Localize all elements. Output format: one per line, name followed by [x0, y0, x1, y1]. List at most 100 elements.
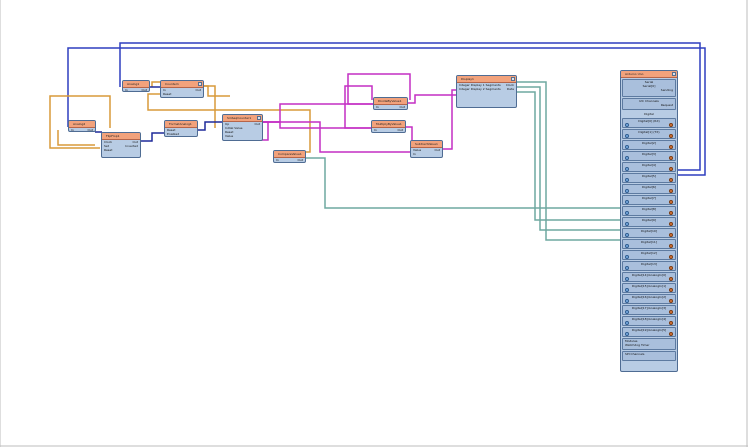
- board-pin-output-dot[interactable]: [669, 321, 673, 325]
- flipflop-node[interactable]: FlipFlop1 Clock Out Set Inverted Reset: [101, 132, 141, 158]
- board-pin-section[interactable]: Digital[4]: [622, 162, 676, 172]
- board-pin-section[interactable]: Digital[17]/AnalogIn[3]: [622, 305, 676, 315]
- board-pin-input-dot[interactable]: [625, 255, 629, 259]
- board-modules-section[interactable]: Modules Watchdog Timer: [622, 338, 676, 350]
- flipflop-reset-pin[interactable]: Reset: [102, 148, 140, 152]
- arduino-board-node[interactable]: Arduino Uno Serial Serial[0] Sending I2C…: [620, 70, 678, 372]
- board-pin-section[interactable]: Digital[11]: [622, 239, 676, 249]
- board-pin-input-dot[interactable]: [625, 233, 629, 237]
- board-pin-output-dot[interactable]: [669, 277, 673, 281]
- display-settings-icon[interactable]: [511, 77, 515, 81]
- subtract-node[interactable]: SubtractValue1 Value Out In: [410, 140, 443, 158]
- board-i2c-section[interactable]: I2C Channels Request: [622, 98, 676, 110]
- compare-node[interactable]: CompareValue1 In Out: [273, 150, 306, 163]
- subtract-in-pin[interactable]: In: [411, 152, 442, 156]
- board-pin-output-dot[interactable]: [669, 134, 673, 138]
- board-pin-section[interactable]: Digital[19]/AnalogIn[5]: [622, 327, 676, 337]
- board-pin-section[interactable]: Digital[15]/AnalogIn[1]: [622, 283, 676, 293]
- board-pin-label: Digital[2]: [642, 141, 656, 145]
- board-pin-output-dot[interactable]: [669, 332, 673, 336]
- board-pin-output-dot[interactable]: [669, 310, 673, 314]
- multiply-in-pin[interactable]: In: [372, 128, 377, 132]
- smooth-enabled-pin[interactable]: Enabled: [165, 132, 197, 136]
- board-pin-input-dot[interactable]: [625, 222, 629, 226]
- sequence-node[interactable]: SinSeqCounter1 Up Out Initial Value Rese…: [222, 114, 263, 141]
- board-pin-section[interactable]: Digital[10]: [622, 228, 676, 238]
- board-pin-section[interactable]: Digital[5]: [622, 173, 676, 183]
- board-settings-icon[interactable]: [672, 72, 676, 76]
- board-pin-output-dot[interactable]: [669, 255, 673, 259]
- display-node[interactable]: Display1 Integer Display 1 Segments Cloc…: [456, 75, 517, 108]
- board-pin-section[interactable]: Digital[16]/AnalogIn[2]: [622, 294, 676, 304]
- counter-node[interactable]: Counter1 In Out Reset: [160, 80, 204, 98]
- sequence-settings-icon[interactable]: [257, 116, 261, 120]
- board-pin-section[interactable]: Digital[7]: [622, 195, 676, 205]
- board-pin-input-dot[interactable]: [625, 211, 629, 215]
- board-pin-output-dot[interactable]: [669, 288, 673, 292]
- board-pin-input-dot[interactable]: [625, 167, 629, 171]
- board-pin-section[interactable]: Digital[2]: [622, 140, 676, 150]
- board-pin-output-dot[interactable]: [669, 299, 673, 303]
- board-pin-input-dot[interactable]: [625, 299, 629, 303]
- board-pin-section[interactable]: Digital[1] (TX): [622, 129, 676, 139]
- compare-out-pin[interactable]: Out: [296, 158, 305, 162]
- board-spi-section[interactable]: SPI Channels: [622, 351, 676, 361]
- counter-reset-pin[interactable]: Reset: [161, 92, 203, 96]
- board-pin-output-dot[interactable]: [669, 178, 673, 182]
- analog-top-in-pin[interactable]: In: [123, 88, 128, 91]
- board-pin-input-dot[interactable]: [625, 277, 629, 281]
- board-pin-output-dot[interactable]: [669, 189, 673, 193]
- board-pin-output-dot[interactable]: [669, 156, 673, 160]
- board-pin-output-dot[interactable]: [669, 200, 673, 204]
- compare-in-pin[interactable]: In: [274, 158, 279, 162]
- board-serial-section[interactable]: Serial Serial[0] Sending: [622, 79, 676, 97]
- divide-in-pin[interactable]: In: [374, 105, 379, 109]
- board-pin-section[interactable]: Digital[14]/AnalogIn[0]: [622, 272, 676, 282]
- divide-node[interactable]: DivideByValue1 In Out: [373, 97, 408, 110]
- board-pin-input-dot[interactable]: [625, 134, 629, 138]
- analog-left-out-pin[interactable]: Out: [86, 128, 95, 131]
- analog-top-node[interactable]: Analog1 In Out: [122, 80, 150, 92]
- board-pin-section[interactable]: Digital[13]: [622, 261, 676, 271]
- board-pin-section[interactable]: Digital[8]: [622, 206, 676, 216]
- board-pin-input-dot[interactable]: [625, 156, 629, 160]
- board-pin-section[interactable]: Digital[12]: [622, 250, 676, 260]
- board-pin-input-dot[interactable]: [625, 178, 629, 182]
- divide-out-pin[interactable]: Out: [398, 105, 407, 109]
- counter-title-text: Counter1: [165, 82, 179, 86]
- board-pin-input-dot[interactable]: [625, 189, 629, 193]
- board-pin-output-dot[interactable]: [669, 123, 673, 127]
- analog-left-node[interactable]: Analog2 In Out: [68, 120, 96, 132]
- board-pin-output-dot[interactable]: [669, 211, 673, 215]
- multiply-node[interactable]: MultiplyByValue1 In Out: [371, 120, 406, 133]
- board-pin-output-dot[interactable]: [669, 222, 673, 226]
- board-pin-input-dot[interactable]: [625, 288, 629, 292]
- board-pin-input-dot[interactable]: [625, 310, 629, 314]
- board-pin-output-dot[interactable]: [669, 233, 673, 237]
- counter-settings-icon[interactable]: [198, 82, 202, 86]
- board-pin-input-dot[interactable]: [625, 321, 629, 325]
- board-pin-input-dot[interactable]: [625, 123, 629, 127]
- board-pin-input-dot[interactable]: [625, 332, 629, 336]
- analog-left-in-pin[interactable]: In: [69, 128, 74, 131]
- sequence-value-pin[interactable]: Value: [223, 134, 262, 138]
- board-pin-section[interactable]: Digital[6]: [622, 184, 676, 194]
- board-pin-label: Digital[3]: [642, 152, 656, 156]
- board-pin-section[interactable]: Digital[3]: [622, 151, 676, 161]
- board-pin-input-dot[interactable]: [625, 266, 629, 270]
- board-pin-input-dot[interactable]: [625, 200, 629, 204]
- smooth-node[interactable]: FormatAnalog1 Reset Enabled: [164, 120, 198, 137]
- board-pin-output-dot[interactable]: [669, 266, 673, 270]
- analog-top-out-pin[interactable]: Out: [140, 88, 149, 91]
- board-pin-section[interactable]: Digital[9]: [622, 217, 676, 227]
- display-seg2-pin[interactable]: Integer Display 2 Segments: [457, 87, 501, 91]
- board-pin-output-dot[interactable]: [669, 145, 673, 149]
- board-pin-input-dot[interactable]: [625, 145, 629, 149]
- board-pin-section[interactable]: Digital[0] (RX): [622, 118, 676, 128]
- board-pin-section[interactable]: Digital[18]/AnalogIn[4]: [622, 316, 676, 326]
- multiply-out-pin[interactable]: Out: [396, 128, 405, 132]
- board-pin-output-dot[interactable]: [669, 167, 673, 171]
- board-pin-output-dot[interactable]: [669, 244, 673, 248]
- display-data-pin[interactable]: Data: [505, 87, 516, 91]
- board-pin-input-dot[interactable]: [625, 244, 629, 248]
